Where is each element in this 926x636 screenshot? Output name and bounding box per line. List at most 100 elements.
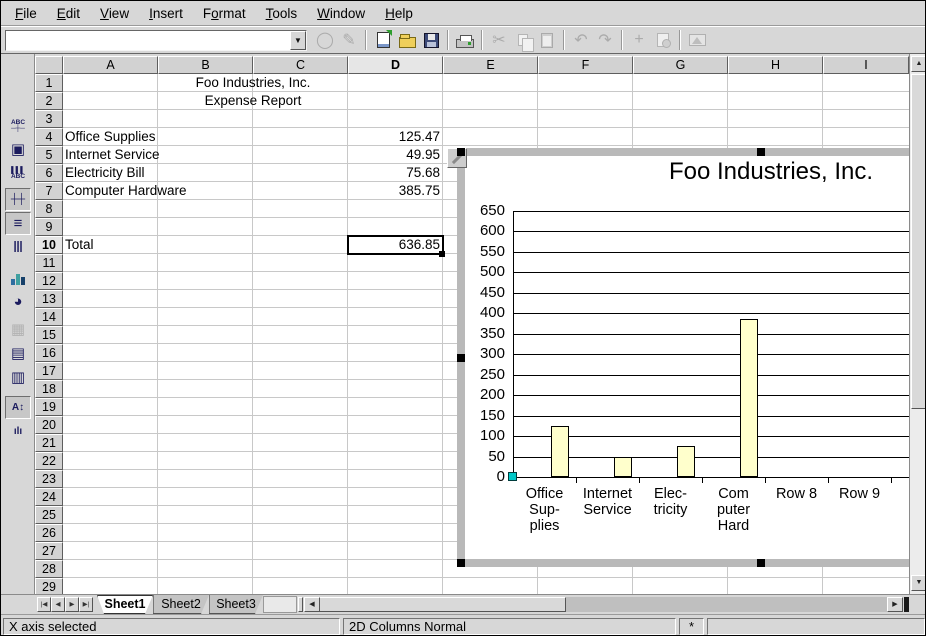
last-sheet-button[interactable]: ▶| xyxy=(79,597,93,612)
row-header-10[interactable]: 10 xyxy=(35,236,63,254)
legend-on-off-button[interactable]: ▣ xyxy=(5,138,31,161)
row-header-26[interactable]: 26 xyxy=(35,524,63,542)
row-header-5[interactable]: 5 xyxy=(35,146,63,164)
horizontal-grid-on-off-button[interactable]: ≡ xyxy=(5,212,31,235)
x-axis-category-label[interactable]: ComputerHard xyxy=(702,486,765,534)
horizontal-scroll-thumb[interactable] xyxy=(304,597,566,612)
chart-title-on-off-button[interactable]: ABC─┼─ xyxy=(5,114,31,137)
menu-window[interactable]: Window xyxy=(307,3,375,24)
scroll-down-icon[interactable]: ▼ xyxy=(911,575,926,591)
row-header-6[interactable]: 6 xyxy=(35,164,63,182)
edit-chart-type-button[interactable] xyxy=(5,266,31,289)
next-sheet-button[interactable]: ▶ xyxy=(65,597,79,612)
row-header-3[interactable]: 3 xyxy=(35,110,63,128)
data-in-columns-button[interactable]: ▥ xyxy=(5,366,31,389)
x-axis-category-label[interactable]: OfficeSup-plies xyxy=(513,486,576,534)
column-header-B[interactable]: B xyxy=(158,56,253,74)
row-header-11[interactable]: 11 xyxy=(35,254,63,272)
paste-button[interactable] xyxy=(535,28,559,52)
menu-tools[interactable]: Tools xyxy=(256,3,308,24)
scale-text-button[interactable]: A↕ xyxy=(5,396,31,419)
stylist-button[interactable] xyxy=(651,28,675,52)
row-header-4[interactable]: 4 xyxy=(35,128,63,146)
chart-bar[interactable] xyxy=(614,457,632,477)
reorganize-chart-button[interactable]: ılı xyxy=(5,420,31,443)
scroll-right-icon[interactable]: ▶ xyxy=(887,597,903,612)
row-header-2[interactable]: 2 xyxy=(35,92,63,110)
load-url-combo[interactable]: ▼ xyxy=(5,30,307,51)
row-header-22[interactable]: 22 xyxy=(35,452,63,470)
menu-edit[interactable]: Edit xyxy=(47,3,90,24)
new-document-button[interactable] xyxy=(371,28,395,52)
chart-bar[interactable] xyxy=(740,319,758,477)
x-axis-category-label[interactable]: InternetService xyxy=(576,486,639,518)
horizontal-scrollbar[interactable] xyxy=(304,597,887,612)
print-button[interactable] xyxy=(453,28,477,52)
x-axis-category-label[interactable]: Row 8 xyxy=(765,486,828,502)
edit-file-button[interactable]: ✎ xyxy=(337,28,361,52)
stop-loading-button[interactable]: ◯ xyxy=(313,28,337,52)
autoformat-chart-button[interactable]: ◕ xyxy=(5,290,31,313)
vertical-grid-on-off-button[interactable]: Ⅲ xyxy=(5,236,31,259)
vertical-scroll-thumb[interactable] xyxy=(911,74,926,409)
copy-button[interactable] xyxy=(511,28,535,52)
menu-file[interactable]: File xyxy=(5,3,47,24)
select-all-corner[interactable] xyxy=(35,56,63,74)
column-header-E[interactable]: E xyxy=(443,56,538,74)
vertical-scrollbar[interactable]: ▲ ▼ xyxy=(909,54,926,594)
tab-sheet1[interactable]: Sheet1 xyxy=(97,595,153,614)
load-url-input[interactable] xyxy=(6,31,290,50)
row-header-20[interactable]: 20 xyxy=(35,416,63,434)
column-header-H[interactable]: H xyxy=(728,56,823,74)
row-header-24[interactable]: 24 xyxy=(35,488,63,506)
cell-fill-handle[interactable] xyxy=(439,251,445,257)
first-sheet-button[interactable]: |◀ xyxy=(37,597,51,612)
chart-resize-handle-mid-left[interactable] xyxy=(457,354,465,362)
column-header-G[interactable]: G xyxy=(633,56,728,74)
row-header-18[interactable]: 18 xyxy=(35,380,63,398)
cut-button[interactable]: ✂ xyxy=(487,28,511,52)
tab-sheet3[interactable]: Sheet3 xyxy=(209,595,263,614)
combo-dropdown-icon[interactable]: ▼ xyxy=(290,31,306,50)
chart-data-table-button[interactable]: ▦ xyxy=(5,318,31,341)
row-header-15[interactable]: 15 xyxy=(35,326,63,344)
row-header-7[interactable]: 7 xyxy=(35,182,63,200)
undo-button[interactable]: ↶ xyxy=(569,28,593,52)
embedded-chart-object[interactable]: Foo Industries, Inc.05010015020025030035… xyxy=(457,148,909,567)
x-axis-category-label[interactable]: Elec-tricity xyxy=(639,486,702,518)
scroll-up-icon[interactable]: ▲ xyxy=(911,56,926,72)
navigator-button[interactable]: + xyxy=(627,28,651,52)
chart-x-axis[interactable] xyxy=(513,477,909,478)
x-axis-category-label[interactable]: Row 9 xyxy=(828,486,891,502)
column-header-A[interactable]: A xyxy=(63,56,158,74)
save-button[interactable] xyxy=(419,28,443,52)
row-header-1[interactable]: 1 xyxy=(35,74,63,92)
column-header-I[interactable]: I xyxy=(823,56,909,74)
chart-bar[interactable] xyxy=(677,446,695,477)
row-header-17[interactable]: 17 xyxy=(35,362,63,380)
chart-resize-handle-top-left[interactable] xyxy=(457,148,465,156)
menu-insert[interactable]: Insert xyxy=(139,3,193,24)
chart-title[interactable]: Foo Industries, Inc. xyxy=(571,158,909,186)
chart-resize-handle-bottom-center[interactable] xyxy=(757,559,765,567)
tab-scrollbar-splitter[interactable] xyxy=(298,597,303,612)
column-header-D[interactable]: D xyxy=(348,56,443,74)
chart-bar[interactable] xyxy=(551,426,569,477)
redo-button[interactable]: ↷ xyxy=(593,28,617,52)
row-header-9[interactable]: 9 xyxy=(35,218,63,236)
column-header-F[interactable]: F xyxy=(538,56,633,74)
x-axis-selection-handle[interactable] xyxy=(508,472,517,481)
row-header-23[interactable]: 23 xyxy=(35,470,63,488)
row-header-27[interactable]: 27 xyxy=(35,542,63,560)
open-button[interactable] xyxy=(395,28,419,52)
row-header-8[interactable]: 8 xyxy=(35,200,63,218)
axes-descriptions-on-off-button[interactable]: ┼┼ xyxy=(5,188,31,211)
menu-format[interactable]: Format xyxy=(193,3,256,24)
row-header-16[interactable]: 16 xyxy=(35,344,63,362)
row-header-14[interactable]: 14 xyxy=(35,308,63,326)
data-in-rows-button[interactable]: ▤ xyxy=(5,342,31,365)
chart-y-axis[interactable] xyxy=(513,211,514,478)
menu-view[interactable]: View xyxy=(90,3,139,24)
row-header-19[interactable]: 19 xyxy=(35,398,63,416)
chart-resize-handle-top-center[interactable] xyxy=(757,148,765,156)
